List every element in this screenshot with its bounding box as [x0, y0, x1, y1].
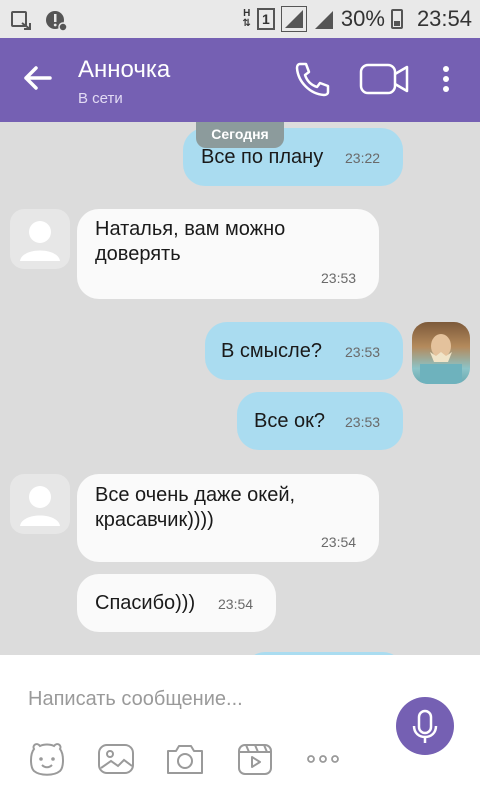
- battery-percent: 30%: [340, 6, 385, 31]
- chat-area[interactable]: Сегодня Все по плану 23:22 Наталья, вам …: [0, 122, 480, 655]
- back-arrow-icon[interactable]: [20, 60, 56, 96]
- message-incoming[interactable]: Спасибо))) 23:54: [77, 574, 276, 632]
- clock: 23:54: [416, 6, 472, 31]
- sim-indicator: 1: [256, 8, 275, 30]
- message-composer: [0, 655, 480, 800]
- signal-icon: [280, 6, 307, 32]
- own-avatar[interactable]: [412, 322, 470, 384]
- message-input[interactable]: [28, 685, 358, 713]
- contact-name[interactable]: Анночка: [78, 56, 170, 84]
- battery-icon: [390, 9, 403, 29]
- message-outgoing[interactable]: Все ок? 23:53: [237, 392, 403, 450]
- message-text: Спасибо))): [95, 592, 196, 614]
- status-bar: H ⇅ 1 30% 23:54: [0, 0, 480, 38]
- contact-status: В сети: [78, 90, 123, 107]
- signal-icon-2: [314, 11, 333, 29]
- message-outgoing[interactable]: В смысле? 23:53: [205, 322, 403, 380]
- message-time: 23:53: [321, 270, 357, 286]
- microphone-icon: [412, 709, 438, 743]
- message-text: Все по плану: [201, 146, 324, 168]
- phone-call-icon[interactable]: [292, 60, 332, 98]
- default-avatar-icon: [20, 221, 60, 261]
- message-text: Наталья, вам можно доверять: [95, 218, 286, 265]
- voice-record-button[interactable]: [396, 697, 454, 755]
- sticker-icon[interactable]: [28, 741, 66, 777]
- video-call-icon[interactable]: [358, 60, 410, 98]
- more-options-icon[interactable]: [306, 741, 340, 777]
- message-time: 23:53: [345, 344, 381, 360]
- gallery-icon[interactable]: [96, 741, 136, 777]
- message-time: 23:54: [321, 534, 357, 550]
- avatar[interactable]: [10, 209, 70, 269]
- profile-photo-icon: [420, 334, 462, 384]
- message-incoming[interactable]: Все очень даже окей, красавчик)))) 23:54: [77, 474, 379, 562]
- message-text: Все ок?: [254, 410, 326, 432]
- message-time: 23:22: [345, 150, 381, 166]
- avatar[interactable]: [10, 474, 70, 534]
- default-avatar-icon: [20, 486, 60, 526]
- date-separator: Сегодня: [196, 122, 284, 148]
- message-text: Все очень даже окей, красавчик)))): [95, 484, 296, 531]
- message-time: 23:53: [345, 414, 381, 430]
- message-incoming[interactable]: Наталья, вам можно доверять 23:53: [77, 209, 379, 299]
- screen-cast-icon: [11, 11, 31, 30]
- video-clip-icon[interactable]: [236, 741, 274, 777]
- alert-icon: [46, 11, 68, 32]
- chat-header: Анночка В сети: [0, 38, 480, 122]
- message-time: 23:54: [218, 596, 254, 612]
- network-type-icon: H ⇅: [242, 8, 251, 29]
- camera-icon[interactable]: [164, 741, 206, 777]
- message-text: В смысле?: [221, 340, 322, 362]
- more-vertical-icon[interactable]: [436, 60, 456, 98]
